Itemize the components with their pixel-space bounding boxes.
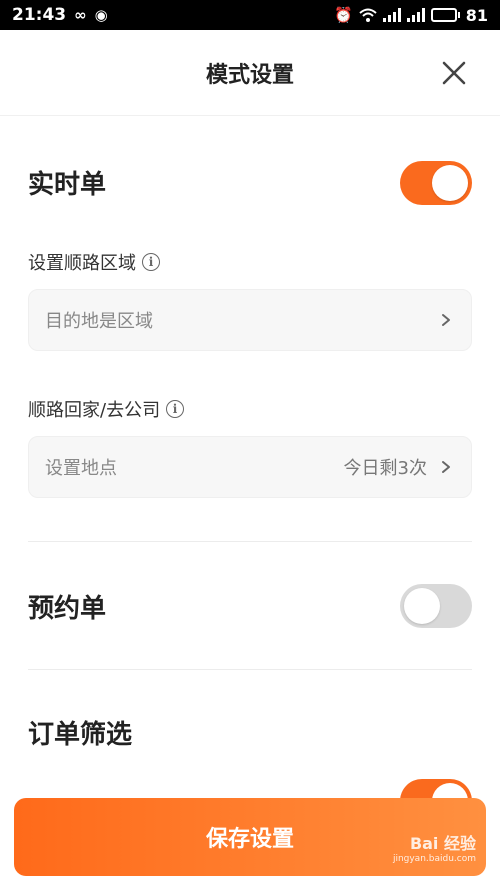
header: 模式设置 <box>0 30 500 116</box>
status-left: 21:43 ∞ ◉ <box>12 5 108 25</box>
watermark: Bai 经验 jingyan.baidu.com <box>393 830 476 864</box>
watermark-brand: Bai 经验 <box>409 834 476 853</box>
route-area-field[interactable]: 目的地是区域 <box>28 289 472 351</box>
info-icon[interactable]: i <box>142 253 160 271</box>
reservation-title: 预约单 <box>28 594 107 624</box>
filter-toggle[interactable] <box>400 779 472 799</box>
route-area-label-row: 设置顺路区域 i <box>28 249 160 275</box>
alarm-icon: ⏰ <box>334 6 353 24</box>
remaining-count: 今日剩3次 <box>343 458 427 479</box>
battery-level: 81 <box>465 5 488 25</box>
chevron-right-icon <box>442 461 450 473</box>
signal-icon-2 <box>406 8 425 22</box>
wifi-icon <box>359 8 377 22</box>
route-home-label: 顺路回家/去公司 <box>28 400 161 421</box>
notification-icon: ◉ <box>94 6 108 24</box>
filter-title: 订单筛选 <box>28 720 133 750</box>
chevron-right-icon <box>442 314 450 326</box>
divider <box>28 541 472 542</box>
route-area-placeholder: 目的地是区域 <box>45 311 153 332</box>
battery-icon <box>430 8 460 22</box>
field-right <box>439 313 453 327</box>
infinity-icon: ∞ <box>74 6 87 24</box>
signal-icon <box>382 8 401 22</box>
reservation-toggle[interactable] <box>400 584 472 628</box>
field-right: 今日剩3次 <box>344 454 453 480</box>
realtime-title: 实时单 <box>28 170 107 200</box>
status-right: ⏰ 81 <box>334 6 488 25</box>
toggle-knob <box>404 588 440 624</box>
route-home-label-row: 顺路回家/去公司 i <box>28 396 185 422</box>
divider <box>28 669 472 670</box>
close-icon[interactable] <box>440 59 468 87</box>
status-bar: 21:43 ∞ ◉ ⏰ 81 <box>0 0 500 30</box>
toggle-knob <box>432 165 468 201</box>
route-home-placeholder: 设置地点 <box>45 458 117 479</box>
status-time: 21:43 <box>12 5 67 25</box>
realtime-toggle[interactable] <box>400 161 472 205</box>
route-home-field[interactable]: 设置地点 今日剩3次 <box>28 436 472 498</box>
info-icon[interactable]: i <box>166 400 185 418</box>
route-area-label: 设置顺路区域 <box>28 253 136 274</box>
page-title: 模式设置 <box>205 62 294 88</box>
watermark-url: jingyan.baidu.com <box>392 854 476 864</box>
